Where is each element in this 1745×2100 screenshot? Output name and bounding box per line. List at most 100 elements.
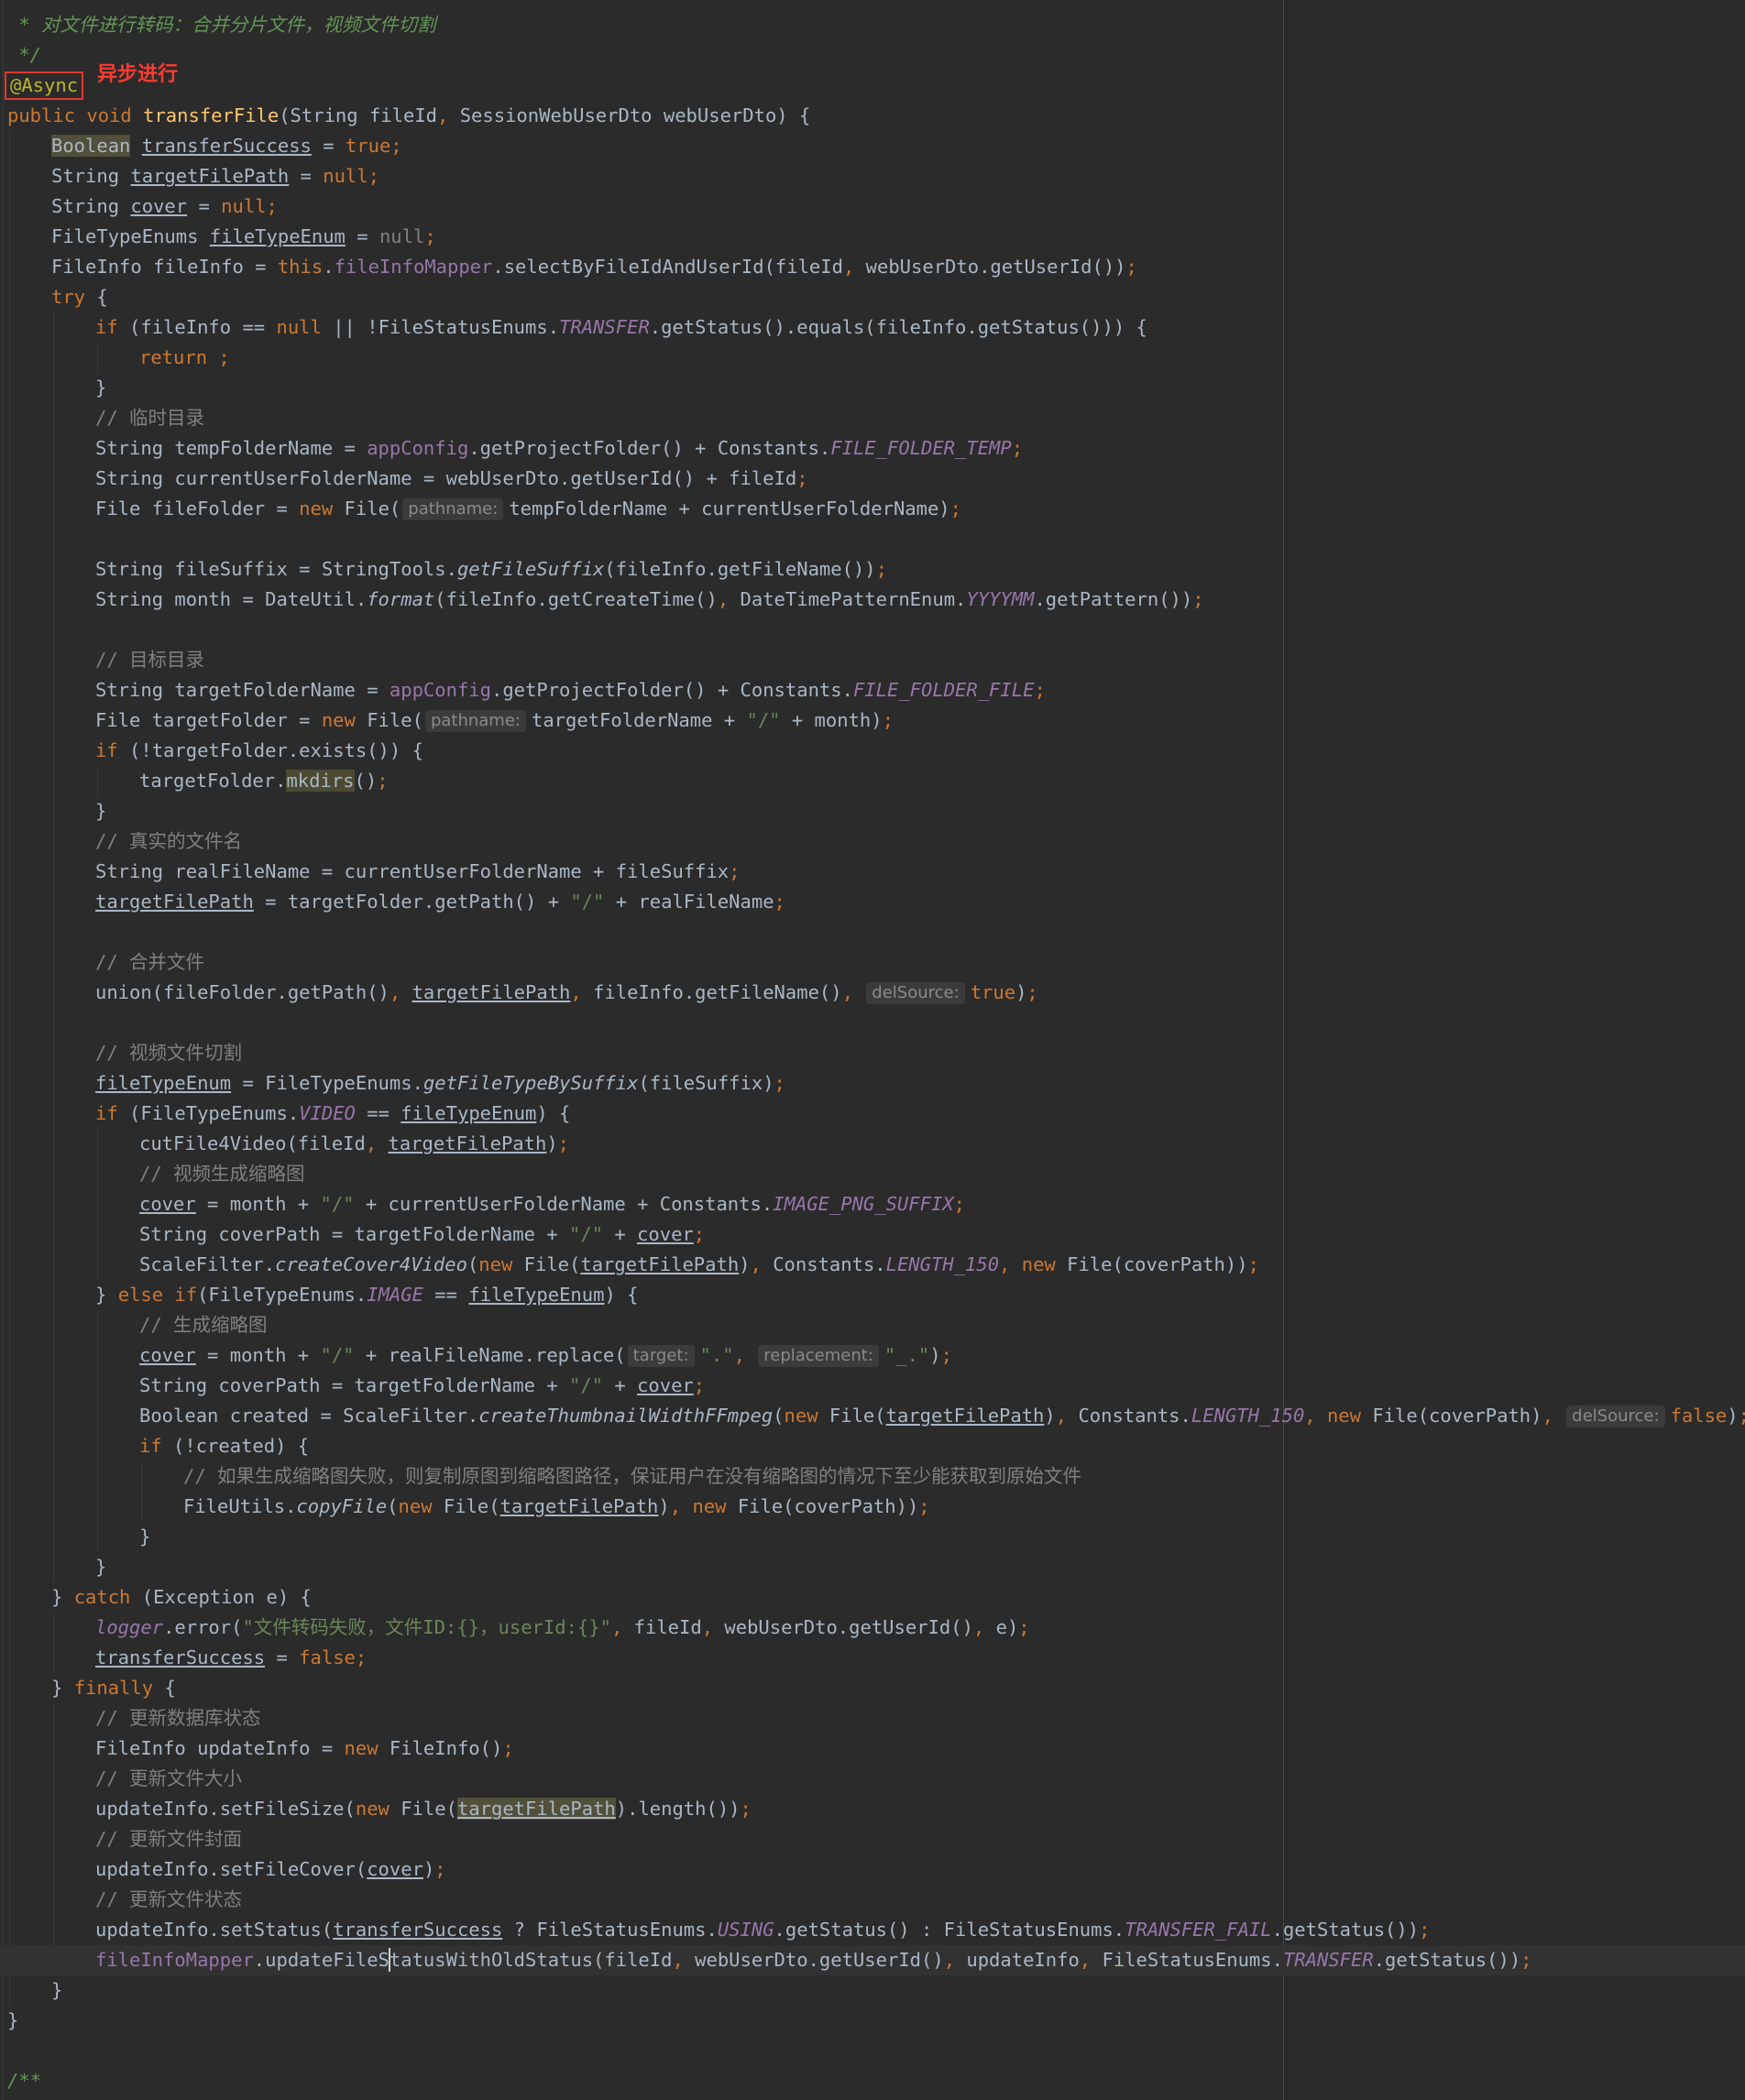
code-line[interactable]: File targetFolder = new File(pathname: ta… xyxy=(0,705,1745,736)
code-line[interactable]: // 目标目录 xyxy=(0,645,1745,675)
code-line[interactable]: logger.error("文件转码失败，文件ID:{}，userId:{}",… xyxy=(0,1613,1745,1643)
code-line[interactable]: } xyxy=(0,2006,1745,2036)
code-line[interactable]: } finally { xyxy=(0,1673,1745,1703)
code-token: = xyxy=(187,195,222,217)
code-line[interactable]: // 更新数据库状态 xyxy=(0,1703,1745,1734)
code-line[interactable]: String targetFolderName = appConfig.getP… xyxy=(0,675,1745,705)
code-line[interactable]: if (fileInfo == null || !FileStatusEnums… xyxy=(0,312,1745,343)
code-line[interactable]: String tempFolderName = appConfig.getPro… xyxy=(0,433,1745,464)
code-line[interactable]: } xyxy=(0,796,1745,826)
code-line[interactable]: fileTypeEnum = FileTypeEnums.getFileType… xyxy=(0,1068,1745,1099)
code-line[interactable]: FileTypeEnums fileTypeEnum = null; xyxy=(0,222,1745,252)
code-token: public void xyxy=(7,104,144,126)
code-line[interactable]: } catch (Exception e) { xyxy=(0,1582,1745,1613)
code-line[interactable]: if (FileTypeEnums.VIDEO == fileTypeEnum)… xyxy=(0,1099,1745,1129)
code-token: // 更新文件封面 xyxy=(95,1828,243,1850)
code-line[interactable]: updateInfo.setFileCover(cover); xyxy=(0,1854,1745,1885)
code-line[interactable]: String coverPath = targetFolderName + "/… xyxy=(0,1220,1745,1250)
code-line[interactable]: cutFile4Video(fileId, targetFilePath); xyxy=(0,1129,1745,1159)
code-line[interactable]: Boolean created = ScaleFilter.createThum… xyxy=(0,1401,1745,1431)
code-token: = month + xyxy=(195,1344,321,1366)
code-token: fileId xyxy=(633,1616,702,1638)
code-line[interactable]: String cover = null; xyxy=(0,191,1745,222)
code-line[interactable]: // 合并文件 xyxy=(0,947,1745,978)
code-line[interactable]: } xyxy=(0,1975,1745,2006)
code-token: ) xyxy=(423,1858,435,1880)
code-token: .getProjectFolder() + Constants. xyxy=(468,437,831,459)
code-line[interactable]: */ xyxy=(0,40,1745,71)
code-line[interactable]: transferSuccess = false; xyxy=(0,1643,1745,1673)
code-line[interactable]: Boolean transferSuccess = true; xyxy=(0,131,1745,161)
code-token: ).length()) xyxy=(615,1798,741,1820)
code-line[interactable]: ScaleFilter.createCover4Video(new File(t… xyxy=(0,1250,1745,1280)
code-line[interactable]: // 更新文件状态 xyxy=(0,1885,1745,1915)
code-token: FileInfo fileInfo = xyxy=(51,256,278,278)
code-line[interactable]: public void transferFile(String fileId, … xyxy=(0,101,1745,131)
code-line[interactable]: String targetFilePath = null; xyxy=(0,161,1745,191)
code-line[interactable] xyxy=(0,2036,1745,2066)
code-line[interactable] xyxy=(0,1008,1745,1038)
code-line[interactable]: return ; xyxy=(0,343,1745,373)
code-line[interactable]: File fileFolder = new File(pathname: temp… xyxy=(0,494,1745,524)
code-line[interactable]: // 更新文件封面 xyxy=(0,1824,1745,1854)
code-line[interactable]: // 如果生成缩略图失败，则复制原图到缩略图路径，保证用户在没有缩略图的情况下至… xyxy=(0,1461,1745,1492)
code-line[interactable]: } xyxy=(0,1552,1745,1582)
code-line[interactable]: cover = month + "/" + realFileName.repla… xyxy=(0,1340,1745,1371)
code-token: FileUtils. xyxy=(183,1495,297,1517)
code-line[interactable]: try { xyxy=(0,282,1745,312)
code-token: (fileInfo.getCreateTime() xyxy=(434,588,718,610)
code-token: = xyxy=(265,1646,300,1668)
code-line[interactable]: // 临时目录 xyxy=(0,403,1745,433)
code-line-current[interactable]: fileInfoMapper.updateFileStatusWithOldSt… xyxy=(0,1945,1745,1975)
code-token: String coverPath = targetFolderName + xyxy=(139,1374,569,1396)
code-line[interactable]: targetFolder.mkdirs(); xyxy=(0,766,1745,796)
code-line[interactable]: updateInfo.setStatus(transferSuccess ? F… xyxy=(0,1915,1745,1945)
code-line[interactable]: /** xyxy=(0,2066,1745,2096)
code-token: (String fileId xyxy=(279,104,438,126)
code-line[interactable]: targetFilePath = targetFolder.getPath() … xyxy=(0,887,1745,917)
code-line[interactable]: } xyxy=(0,373,1745,403)
code-line[interactable]: @Async xyxy=(0,71,1745,101)
code-token: , xyxy=(733,1344,757,1366)
code-line[interactable]: FileUtils.copyFile(new File(targetFilePa… xyxy=(0,1492,1745,1522)
code-token: ; xyxy=(1520,1949,1532,1971)
code-token: } xyxy=(7,2009,19,2031)
code-token: null xyxy=(276,316,334,338)
code-editor[interactable]: * 对文件进行转码：合并分片文件，视频文件切割 */@Async public v… xyxy=(0,0,1745,2100)
code-token: ; xyxy=(266,195,278,217)
code-line[interactable]: FileInfo updateInfo = new FileInfo(); xyxy=(0,1734,1745,1764)
code-line[interactable]: union(fileFolder.getPath(), targetFilePa… xyxy=(0,978,1745,1008)
code-line[interactable] xyxy=(0,917,1745,947)
code-line[interactable]: // 生成缩略图 xyxy=(0,1310,1745,1340)
parameter-hint: pathname: xyxy=(424,710,526,732)
code-line[interactable]: // 视频生成缩略图 xyxy=(0,1159,1745,1189)
code-line[interactable]: // 更新文件大小 xyxy=(0,1764,1745,1794)
code-token: ) xyxy=(546,1132,558,1154)
code-line[interactable] xyxy=(0,524,1745,554)
code-line[interactable]: String currentUserFolderName = webUserDt… xyxy=(0,464,1745,494)
code-line[interactable]: } xyxy=(0,1522,1745,1552)
code-token: if xyxy=(139,1435,174,1457)
code-line[interactable]: } else if(FileTypeEnums.IMAGE == fileTyp… xyxy=(0,1280,1745,1310)
code-line[interactable]: updateInfo.setFileSize(new File(targetFi… xyxy=(0,1794,1745,1824)
code-line[interactable]: FileInfo fileInfo = this.fileInfoMapper.… xyxy=(0,252,1745,282)
code-line[interactable]: String month = DateUtil.format(fileInfo.… xyxy=(0,585,1745,615)
code-token: updateInfo xyxy=(966,1949,1080,1971)
code-line[interactable]: cover = month + "/" + currentUserFolderN… xyxy=(0,1189,1745,1220)
code-line[interactable]: // 视频文件切割 xyxy=(0,1038,1745,1068)
code-line[interactable]: // 真实的文件名 xyxy=(0,826,1745,857)
code-line[interactable]: String fileSuffix = StringTools.getFileS… xyxy=(0,554,1745,585)
code-token: , xyxy=(1079,1949,1103,1971)
code-token: ; xyxy=(502,1737,514,1759)
code-line[interactable]: String realFileName = currentUserFolderN… xyxy=(0,857,1745,887)
code-token: fileTypeEnum xyxy=(468,1284,605,1306)
code-line[interactable]: String coverPath = targetFolderName + "/… xyxy=(0,1371,1745,1401)
code-line[interactable] xyxy=(0,615,1745,645)
code-token: File( xyxy=(344,498,401,520)
code-token: { xyxy=(96,286,108,308)
code-token: ; xyxy=(424,225,436,247)
code-line[interactable]: if (!targetFolder.exists()) { xyxy=(0,736,1745,766)
code-line[interactable]: * 对文件进行转码：合并分片文件，视频文件切割 xyxy=(0,10,1745,40)
code-token: , xyxy=(570,981,594,1003)
code-line[interactable]: if (!created) { xyxy=(0,1431,1745,1461)
